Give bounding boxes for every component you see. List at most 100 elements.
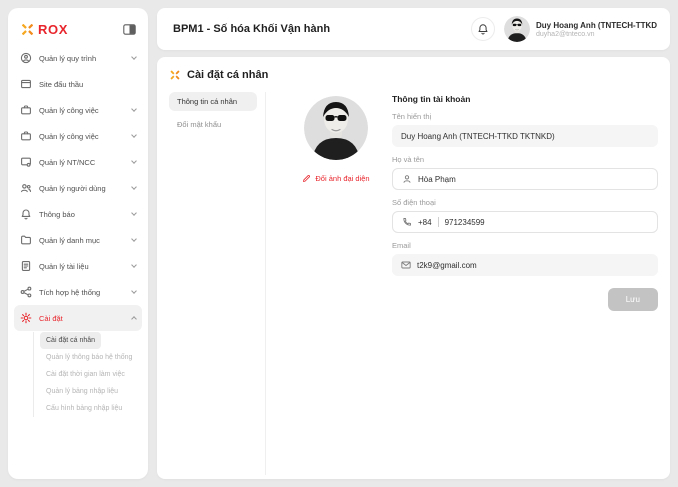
sidebar-item-label: Quản lý danh mục — [39, 236, 125, 245]
chevron-down-icon — [131, 158, 137, 164]
bell-icon — [20, 208, 32, 220]
gear-icon — [20, 312, 32, 324]
sidebar-item-label: Thông báo — [39, 210, 125, 219]
change-avatar-label: Đổi ảnh đại diện — [315, 174, 369, 183]
settings-submenu: Cài đặt cá nhân Quản lý thông báo hệ thố… — [33, 332, 138, 417]
main-column: BPM1 - Số hóa Khối Vận hành — [157, 8, 670, 479]
integration-icon — [20, 286, 32, 298]
sidebar-item-label: Quản lý NT/NCC — [39, 158, 125, 167]
header-right: Duy Hoang Anh (TNTECH-TTKD TKT... duyha2… — [471, 16, 658, 42]
tab-doi-mat-khau[interactable]: Đổi mật khẩu — [169, 115, 257, 134]
phone-field[interactable]: +84 971234599 — [392, 211, 658, 233]
chevron-down-icon — [131, 288, 137, 294]
save-button[interactable]: Lưu — [608, 288, 658, 311]
settings-tabs: Thông tin cá nhân Đổi mật khẩu — [169, 92, 265, 475]
account-form: Thông tin tài khoản Tên hiển thị Duy Hoa… — [392, 92, 658, 475]
display-name-label: Tên hiển thị — [392, 112, 658, 121]
phone-value: 971234599 — [445, 218, 485, 227]
avatar — [504, 16, 530, 42]
sidebar-item-label: Quản lý người dùng — [39, 184, 125, 193]
full-name-label: Họ và tên — [392, 155, 658, 164]
bell-icon — [477, 23, 489, 35]
change-avatar-button[interactable]: Đổi ảnh đại diện — [302, 174, 369, 183]
rox-logo-text: ROX — [38, 22, 68, 37]
chevron-down-icon — [131, 132, 137, 138]
sidebar-item-quan-ly-cong-viec-2[interactable]: Quản lý công việc — [14, 123, 142, 149]
submenu-item-cau-hinh-bang-nhap-lieu[interactable]: Cấu hình bảng nhập liệu — [40, 400, 138, 417]
full-name-value: Hòa Phạm — [418, 175, 456, 184]
sidebar-item-thong-bao[interactable]: Thông báo — [14, 201, 142, 227]
sidebar-item-label: Quản lý công việc — [39, 132, 125, 141]
sidebar-item-quan-ly-nguoi-dung[interactable]: Quản lý người dùng — [14, 175, 142, 201]
chevron-down-icon — [131, 210, 137, 216]
vendor-icon — [20, 156, 32, 168]
chevron-up-icon — [131, 316, 137, 322]
email-label: Email — [392, 241, 658, 250]
sidebar-item-tich-hop-he-thong[interactable]: Tích hợp hệ thống — [14, 279, 142, 305]
form-section-title: Thông tin tài khoản — [392, 94, 658, 104]
settings-panel: Cài đặt cá nhân Thông tin cá nhân Đổi mậ… — [157, 57, 670, 479]
phone-icon — [402, 217, 412, 227]
site-icon — [20, 78, 32, 90]
process-icon — [20, 52, 32, 64]
phone-prefix: +84 — [418, 218, 432, 227]
field-divider — [438, 217, 439, 227]
user-icon — [402, 174, 412, 184]
sidebar: ROX Quản lý quy trình Site đấu thầu — [8, 8, 148, 479]
submenu-item-quan-ly-bang-nhap-lieu[interactable]: Quản lý bảng nhập liệu — [40, 383, 138, 400]
briefcase-icon — [20, 130, 32, 142]
full-name-field[interactable]: Hòa Phạm — [392, 168, 658, 190]
avatar-column: Đổi ảnh đại diện — [280, 92, 392, 475]
sidebar-item-cai-dat[interactable]: Cài đặt — [14, 305, 142, 331]
document-icon — [20, 260, 32, 272]
user-name: Duy Hoang Anh (TNTECH-TTKD TKT... — [536, 21, 658, 30]
notifications-button[interactable] — [471, 17, 495, 41]
profile-avatar — [304, 96, 368, 160]
user-meta: Duy Hoang Anh (TNTECH-TTKD TKT... duyha2… — [536, 21, 658, 38]
phone-label: Số điện thoại — [392, 198, 658, 207]
profile-section: Đổi ảnh đại diện Thông tin tài khoản Tên… — [265, 92, 658, 475]
sidebar-item-site-dau-thau[interactable]: Site đấu thầu — [14, 71, 142, 97]
sidebar-logo-row: ROX — [8, 12, 148, 45]
display-name-field: Duy Hoang Anh (TNTECH-TTKD TKTNKD) — [392, 125, 658, 147]
save-row: Lưu — [392, 288, 658, 311]
pencil-icon — [302, 174, 311, 183]
page-title: Cài đặt cá nhân — [187, 69, 268, 81]
chevron-down-icon — [131, 262, 137, 268]
sidebar-item-label: Quản lý quy trình — [39, 54, 125, 63]
sidebar-item-quan-ly-cong-viec-1[interactable]: Quản lý công việc — [14, 97, 142, 123]
briefcase-icon — [20, 104, 32, 116]
sidebar-item-label: Quản lý công việc — [39, 106, 125, 115]
email-field: t2k9@gmail.com — [392, 254, 658, 276]
page-title-row: Cài đặt cá nhân — [169, 69, 658, 81]
app-root: ROX Quản lý quy trình Site đấu thầu — [0, 0, 678, 487]
sidebar-item-label: Quản lý tài liệu — [39, 262, 125, 271]
sidebar-item-label: Site đấu thầu — [39, 80, 136, 89]
display-name-value: Duy Hoang Anh (TNTECH-TTKD TKTNKD) — [401, 132, 555, 141]
rox-mark-icon — [169, 69, 181, 81]
rox-logo: ROX — [20, 22, 68, 37]
rox-logo-mark-icon — [20, 22, 35, 37]
submenu-item-quan-ly-thong-bao-he-thong[interactable]: Quản lý thông báo hệ thống — [40, 349, 138, 366]
chevron-down-icon — [131, 106, 137, 112]
chevron-down-icon — [131, 54, 137, 60]
mail-icon — [401, 260, 411, 270]
submenu-item-cai-dat-thoi-gian-lam-viec[interactable]: Cài đặt thời gian làm việc — [40, 366, 138, 383]
email-value: t2k9@gmail.com — [417, 261, 477, 270]
sidebar-toggle-icon — [123, 24, 136, 35]
user-email: duyha2@tnteco.vn — [536, 31, 658, 38]
folder-icon — [20, 234, 32, 246]
tab-thong-tin-ca-nhan[interactable]: Thông tin cá nhân — [169, 92, 257, 111]
sidebar-item-quan-ly-tai-lieu[interactable]: Quản lý tài liệu — [14, 253, 142, 279]
header-title: BPM1 - Số hóa Khối Vận hành — [173, 23, 330, 35]
sidebar-collapse-button[interactable] — [123, 24, 136, 35]
sidebar-item-quan-ly-danh-muc[interactable]: Quản lý danh mục — [14, 227, 142, 253]
chevron-down-icon — [131, 184, 137, 190]
user-menu[interactable]: Duy Hoang Anh (TNTECH-TTKD TKT... duyha2… — [504, 16, 658, 42]
sidebar-nav: Quản lý quy trình Site đấu thầu Quản lý … — [8, 45, 148, 417]
top-header: BPM1 - Số hóa Khối Vận hành — [157, 8, 670, 50]
sidebar-item-quan-ly-nt-ncc[interactable]: Quản lý NT/NCC — [14, 149, 142, 175]
submenu-item-cai-dat-ca-nhan[interactable]: Cài đặt cá nhân — [40, 332, 101, 349]
users-icon — [20, 182, 32, 194]
sidebar-item-quan-ly-quy-trinh[interactable]: Quản lý quy trình — [14, 45, 142, 71]
